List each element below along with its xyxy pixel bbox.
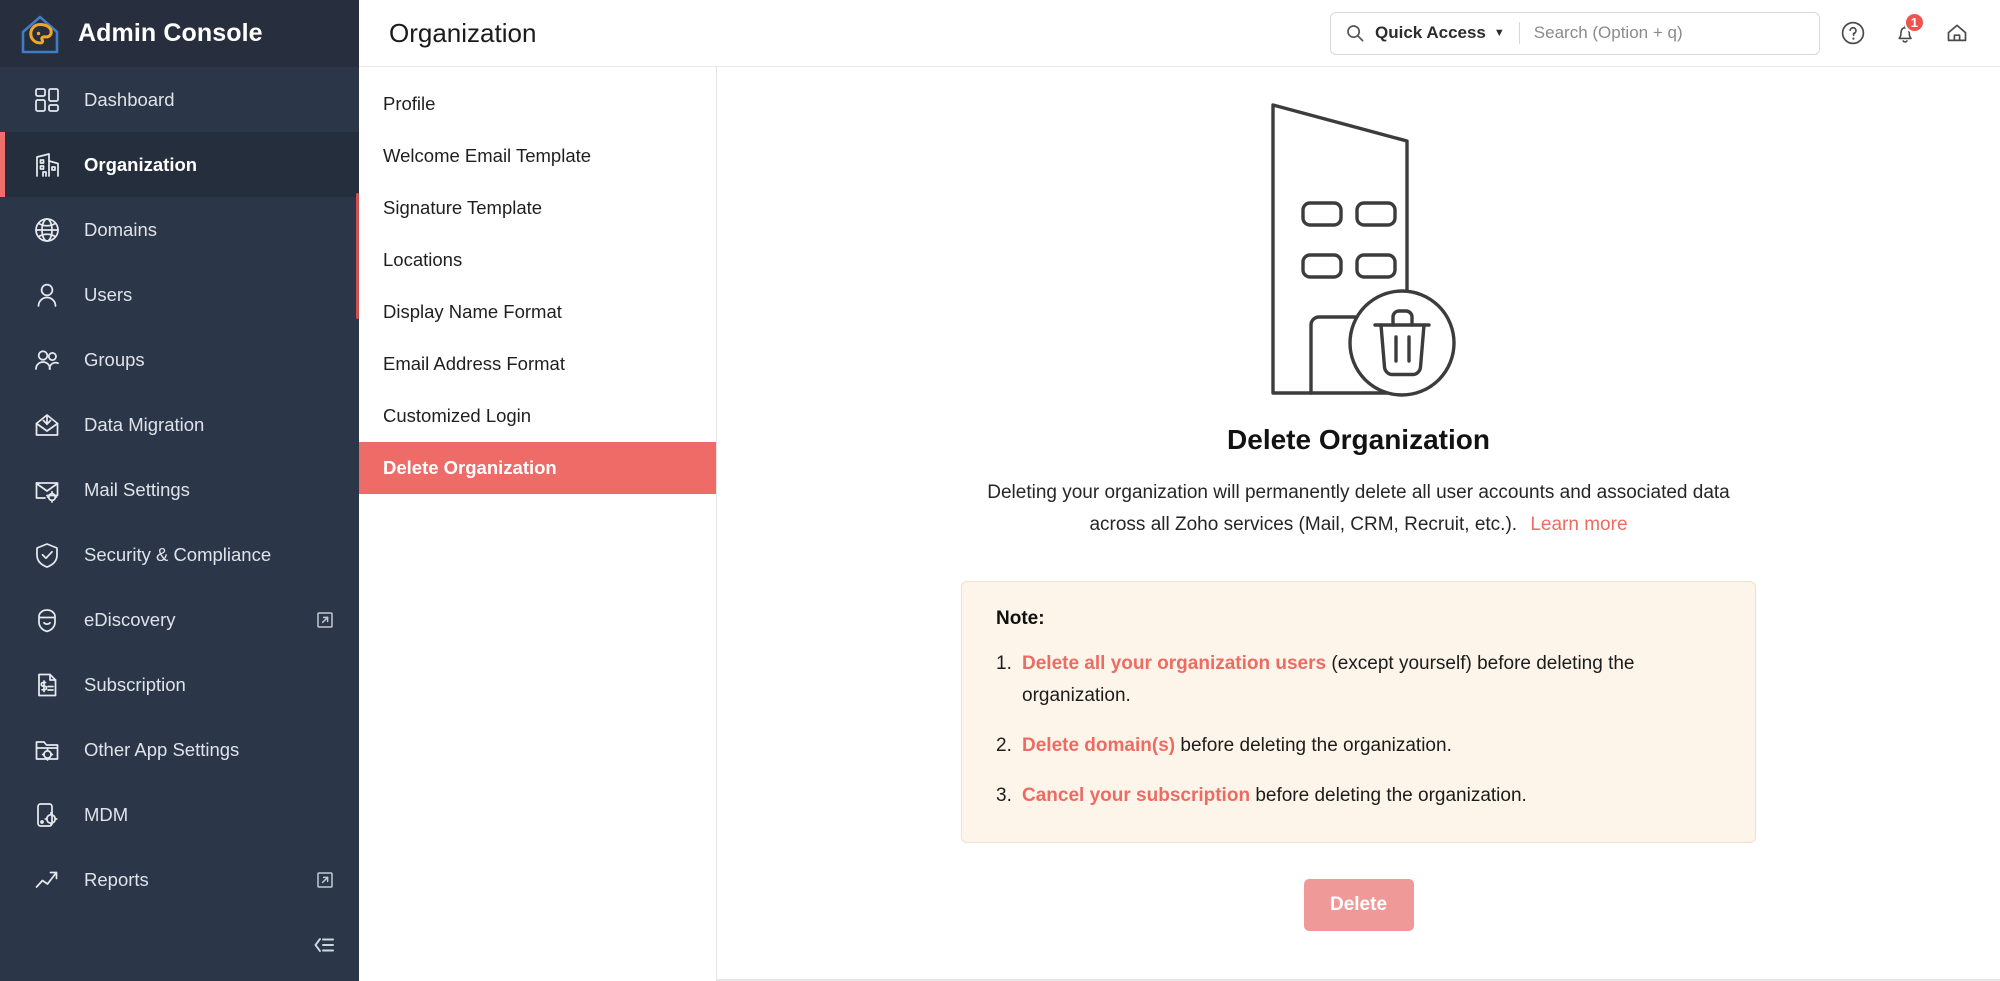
note-item-link[interactable]: Cancel your subscription	[1022, 785, 1250, 806]
brand-title: Admin Console	[78, 19, 263, 48]
sidebar-scrollbar[interactable]	[356, 193, 359, 319]
global-search-box[interactable]: Quick Access ▼	[1330, 12, 1820, 55]
search-icon	[1345, 23, 1365, 43]
subnav-item-customized-login[interactable]: Customized Login	[359, 390, 716, 442]
sidebar-item-organization[interactable]: Organization	[0, 132, 359, 197]
collapse-sidebar-icon[interactable]	[309, 931, 337, 959]
content-description: Deleting your organization will permanen…	[979, 477, 1739, 541]
note-list: 1.Delete all your organization users (ex…	[996, 648, 1721, 812]
trend-line-icon	[33, 866, 61, 894]
sidebar-item-other-app-settings[interactable]: Other App Settings	[0, 717, 359, 782]
sidebar-item-mail-settings[interactable]: Mail Settings	[0, 457, 359, 522]
sidebar-nav-scroll: Dashboard Organization Domains Users Groups D…	[0, 67, 359, 981]
globe-icon	[33, 216, 61, 244]
subnav-item-welcome-email-template[interactable]: Welcome Email Template	[359, 130, 716, 182]
app-root: Admin Console Dashboard Organization Domai…	[0, 0, 2000, 981]
notification-badge: 1	[1904, 12, 1925, 33]
note-box: Note: 1.Delete all your organization use…	[961, 581, 1756, 843]
sidebar-item-groups[interactable]: Groups	[0, 327, 359, 392]
top-bar: Organization Quick Access ▼	[359, 0, 2000, 67]
user-icon	[33, 281, 61, 309]
note-item-number: 2.	[996, 730, 1022, 762]
sidebar-item-label: Other App Settings	[84, 739, 239, 761]
building-delete-illustration-icon	[1259, 93, 1459, 398]
subnav-item-signature-template[interactable]: Signature Template	[359, 182, 716, 234]
top-bar-actions: Quick Access ▼	[1330, 12, 1976, 55]
external-link-icon[interactable]	[316, 871, 334, 889]
learn-more-link[interactable]: Learn more	[1530, 514, 1627, 535]
subnav-item-profile[interactable]: Profile	[359, 78, 716, 130]
sidebar-item-security-compliance[interactable]: Security & Compliance	[0, 522, 359, 587]
note-item-number: 1.	[996, 648, 1022, 712]
subnav-item-display-name-format[interactable]: Display Name Format	[359, 286, 716, 338]
sidebar-item-reports[interactable]: Reports	[0, 847, 359, 912]
note-item-link[interactable]: Delete all your organization users	[1022, 653, 1326, 674]
note-list-item: 3.Cancel your subscription before deleti…	[996, 780, 1721, 812]
sidebar-item-label: Dashboard	[84, 89, 175, 111]
mail-gear-icon	[33, 476, 61, 504]
note-heading: Note:	[996, 608, 1721, 630]
main-column: Organization Quick Access ▼	[359, 0, 2000, 981]
dashboard-grid-icon	[33, 86, 61, 114]
subnav-item-locations[interactable]: Locations	[359, 234, 716, 286]
bell-icon[interactable]: 1	[1886, 14, 1924, 52]
subnav-item-email-address-format[interactable]: Email Address Format	[359, 338, 716, 390]
note-list-item: 2.Delete domain(s) before deleting the o…	[996, 730, 1721, 762]
ediscovery-icon	[33, 606, 61, 634]
sidebar-item-label: Data Migration	[84, 414, 204, 436]
sidebar-item-label: eDiscovery	[84, 609, 176, 631]
shield-check-icon	[33, 541, 61, 569]
sidebar-item-label: Domains	[84, 219, 157, 241]
users-group-icon	[33, 346, 61, 374]
inbox-download-icon	[33, 411, 61, 439]
sidebar-item-label: Users	[84, 284, 132, 306]
building-icon	[33, 151, 61, 179]
sidebar-item-data-migration[interactable]: Data Migration	[0, 392, 359, 457]
external-link-icon[interactable]	[316, 611, 334, 629]
note-list-item: 1.Delete all your organization users (ex…	[996, 648, 1721, 712]
sidebar-item-label: Subscription	[84, 674, 186, 696]
note-item-rest: before deleting the organization.	[1250, 785, 1527, 806]
sidebar-item-label: Organization	[84, 154, 197, 176]
sidebar-item-mdm[interactable]: MDM	[0, 782, 359, 847]
sidebar-item-dashboard[interactable]: Dashboard	[0, 67, 359, 132]
content-title: Delete Organization	[1227, 424, 1490, 456]
chevron-down-icon[interactable]: ▼	[1494, 27, 1505, 39]
sidebar-item-domains[interactable]: Domains	[0, 197, 359, 262]
note-item-number: 3.	[996, 780, 1022, 812]
secondary-nav: ProfileWelcome Email TemplateSignature T…	[359, 67, 717, 981]
sidebar-item-label: Security & Compliance	[84, 544, 271, 566]
mobile-gear-icon	[33, 801, 61, 829]
body-row: ProfileWelcome Email TemplateSignature T…	[359, 67, 2000, 981]
subnav-item-delete-organization[interactable]: Delete Organization	[359, 442, 716, 494]
sidebar-item-ediscovery[interactable]: eDiscovery	[0, 587, 359, 652]
sidebar-item-subscription[interactable]: Subscription	[0, 652, 359, 717]
note-item-text: Delete all your organization users (exce…	[1022, 648, 1721, 712]
sidebar-item-label: Mail Settings	[84, 479, 190, 501]
delete-button[interactable]: Delete	[1304, 879, 1414, 931]
content-panel: Delete Organization Deleting your organi…	[717, 67, 2000, 981]
note-item-text: Cancel your subscription before deleting…	[1022, 780, 1721, 812]
page-title: Organization	[389, 18, 536, 49]
note-item-text: Delete domain(s) before deleting the org…	[1022, 730, 1721, 762]
primary-sidebar: Admin Console Dashboard Organization Domai…	[0, 0, 359, 981]
help-circle-icon[interactable]	[1834, 14, 1872, 52]
search-input[interactable]	[1534, 23, 1805, 43]
brand-header[interactable]: Admin Console	[0, 0, 359, 67]
home-icon[interactable]	[1938, 14, 1976, 52]
sidebar-item-label: Groups	[84, 349, 145, 371]
sidebar-item-label: MDM	[84, 804, 128, 826]
admin-console-logo-icon	[18, 12, 62, 56]
sidebar-item-users[interactable]: Users	[0, 262, 359, 327]
note-item-link[interactable]: Delete domain(s)	[1022, 735, 1175, 756]
folder-gear-icon	[33, 736, 61, 764]
search-divider	[1519, 22, 1520, 44]
invoice-dollar-icon	[33, 671, 61, 699]
quick-access-label[interactable]: Quick Access	[1375, 23, 1486, 43]
note-item-rest: before deleting the organization.	[1175, 735, 1452, 756]
sidebar-item-label: Reports	[84, 869, 149, 891]
